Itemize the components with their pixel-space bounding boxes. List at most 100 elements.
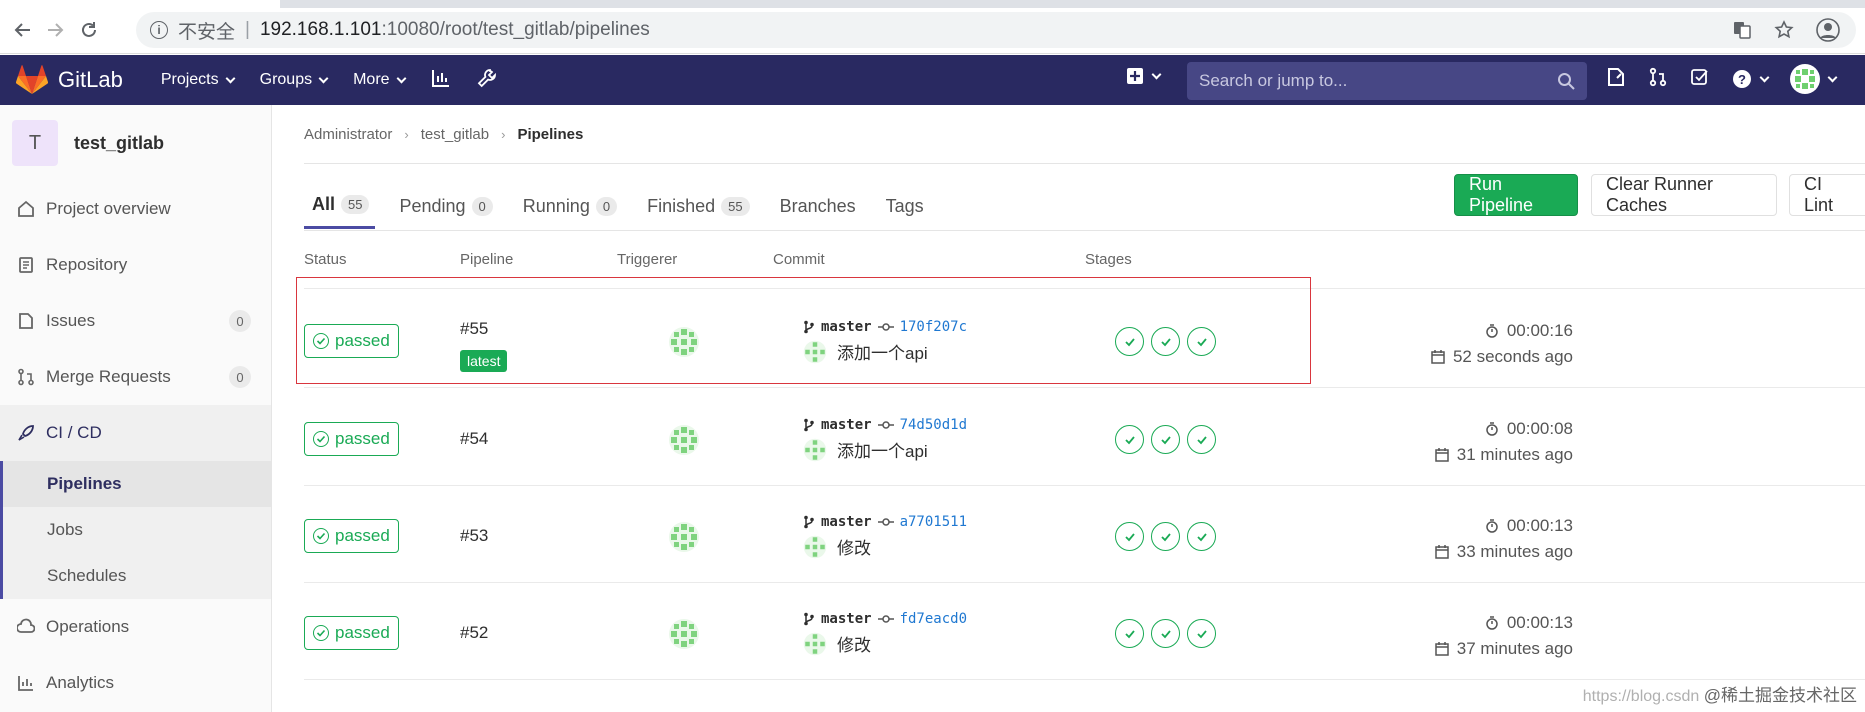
commit-message[interactable]: 修改	[837, 631, 871, 656]
admin-wrench-icon[interactable]	[477, 68, 497, 93]
tab-running[interactable]: Running 0	[513, 183, 623, 229]
profile-icon[interactable]	[1816, 18, 1840, 42]
branch-name[interactable]: master	[821, 417, 872, 433]
translate-icon[interactable]	[1732, 20, 1752, 40]
new-dropdown[interactable]	[1126, 67, 1162, 85]
commit-info: master a7701511 修改	[803, 514, 967, 559]
sidebar-item-operations[interactable]: Operations	[0, 599, 271, 655]
browser-toolbar: i 不安全 | 192.168.1.101 :10080/root/test_g…	[0, 0, 1865, 54]
issues-icon[interactable]	[1606, 67, 1626, 92]
forward-icon[interactable]	[42, 17, 68, 43]
search-placeholder: Search or jump to...	[1199, 71, 1348, 90]
author-avatar[interactable]	[803, 438, 827, 462]
status-badge[interactable]: passed	[304, 616, 399, 650]
brand-name: GitLab	[58, 67, 123, 92]
pipeline-id-link[interactable]: #54	[460, 429, 488, 449]
gitlab-logo[interactable]: GitLab	[16, 65, 123, 95]
triggerer-avatar[interactable]	[668, 618, 700, 650]
sidebar-item-analytics[interactable]: Analytics	[0, 655, 271, 711]
status-badge[interactable]: passed	[304, 519, 399, 553]
tab-all[interactable]: All 55	[304, 183, 376, 229]
user-menu[interactable]	[1790, 64, 1838, 94]
finished-time: 31 minutes ago	[1456, 445, 1573, 464]
tab-finished[interactable]: Finished 55	[637, 183, 756, 229]
breadcrumb-separator-icon: ›	[501, 127, 506, 142]
stage-success-icon[interactable]	[1151, 425, 1180, 454]
sidebar-item-label: Operations	[46, 617, 130, 636]
help-icon: ?	[1733, 70, 1751, 88]
stage-success-icon[interactable]	[1187, 522, 1216, 551]
search-input[interactable]: Search or jump to...	[1187, 62, 1587, 100]
tab-label: Branches	[779, 195, 856, 216]
author-avatar[interactable]	[803, 632, 827, 656]
ci-lint-button[interactable]: CI Lint	[1789, 174, 1865, 216]
stage-success-icon[interactable]	[1115, 425, 1144, 454]
merge-request-icon[interactable]	[1648, 67, 1668, 92]
todo-icon[interactable]	[1690, 67, 1710, 92]
run-pipeline-button[interactable]: Run Pipeline	[1454, 174, 1578, 216]
branch-name[interactable]: master	[821, 611, 872, 627]
project-header[interactable]: T test_gitlab	[0, 105, 271, 181]
sidebar-subitem-pipelines[interactable]: Pipelines	[3, 461, 271, 507]
bookmark-star-icon[interactable]	[1774, 20, 1794, 40]
commit-icon	[877, 518, 894, 526]
commit-message[interactable]: 添加一个api	[837, 437, 928, 462]
pipeline-id-link[interactable]: #53	[460, 526, 488, 546]
finished-time: 37 minutes ago	[1456, 639, 1573, 658]
commit-sha-link[interactable]: a7701511	[900, 514, 967, 530]
stage-success-icon[interactable]	[1187, 425, 1216, 454]
main-menu: Projects Groups More	[161, 68, 497, 93]
address-bar[interactable]: i 不安全 | 192.168.1.101 :10080/root/test_g…	[136, 12, 1856, 48]
tab-count: 0	[471, 196, 493, 216]
tab-branches[interactable]: Branches	[770, 183, 862, 229]
sidebar-item-repository[interactable]: Repository	[0, 237, 271, 293]
calendar-icon	[1435, 448, 1449, 462]
duration: 00:00:08	[1506, 419, 1573, 438]
sidebar-subitem-schedules[interactable]: Schedules	[3, 553, 271, 599]
branch-name[interactable]: master	[821, 514, 872, 530]
stage-success-icon[interactable]	[1115, 522, 1144, 551]
info-icon[interactable]: i	[150, 21, 168, 39]
sidebar-subitem-jobs[interactable]: Jobs	[3, 507, 271, 553]
duration: 00:00:13	[1506, 613, 1573, 632]
menu-projects[interactable]: Projects	[161, 71, 236, 89]
commit-sha-link[interactable]: fd7eacd0	[900, 611, 967, 627]
breadcrumb-current[interactable]: Pipelines	[517, 126, 583, 143]
stage-success-icon[interactable]	[1115, 619, 1144, 648]
stage-success-icon[interactable]	[1187, 619, 1216, 648]
pipeline-id-link[interactable]: #52	[460, 623, 488, 643]
commit-icon	[877, 615, 894, 623]
back-icon[interactable]	[10, 17, 36, 43]
author-avatar[interactable]	[803, 535, 827, 559]
menu-more[interactable]: More	[353, 71, 406, 89]
sidebar-item-label: Merge Requests	[46, 367, 171, 386]
menu-groups[interactable]: Groups	[260, 71, 329, 89]
breadcrumb-item[interactable]: test_gitlab	[421, 126, 489, 143]
project-sidebar: T test_gitlab Project overview Repositor…	[0, 105, 272, 712]
watermark-url: https://blog.csdn	[1582, 688, 1700, 705]
status-badge[interactable]: passed	[304, 422, 399, 456]
breadcrumb-item[interactable]: Administrator	[304, 126, 392, 143]
triggerer-avatar[interactable]	[668, 424, 700, 456]
ci-cd-submenu: Pipelines Jobs Schedules	[0, 461, 271, 599]
user-avatar	[1790, 64, 1820, 94]
triggerer-avatar[interactable]	[668, 521, 700, 553]
clear-runner-caches-button[interactable]: Clear Runner Caches	[1591, 174, 1777, 216]
stages-group	[1115, 425, 1216, 454]
activity-chart-icon[interactable]	[431, 68, 451, 93]
commit-sha-link[interactable]: 74d50d1d	[900, 417, 967, 433]
chevron-down-icon	[225, 73, 236, 83]
stage-success-icon[interactable]	[1151, 522, 1180, 551]
stage-success-icon[interactable]	[1151, 619, 1180, 648]
help-dropdown[interactable]: ?	[1732, 69, 1770, 89]
sidebar-item-issues[interactable]: Issues 0	[0, 293, 271, 349]
sidebar-item-ci-cd[interactable]: CI / CD	[0, 405, 271, 461]
calendar-icon	[1435, 642, 1449, 656]
commit-message[interactable]: 修改	[837, 534, 871, 559]
duration: 00:00:13	[1506, 516, 1573, 535]
reload-icon[interactable]	[76, 17, 102, 43]
sidebar-item-merge-requests[interactable]: Merge Requests 0	[0, 349, 271, 405]
tab-tags[interactable]: Tags	[876, 183, 930, 229]
tab-pending[interactable]: Pending 0	[389, 183, 498, 229]
sidebar-item-project-overview[interactable]: Project overview	[0, 181, 271, 237]
